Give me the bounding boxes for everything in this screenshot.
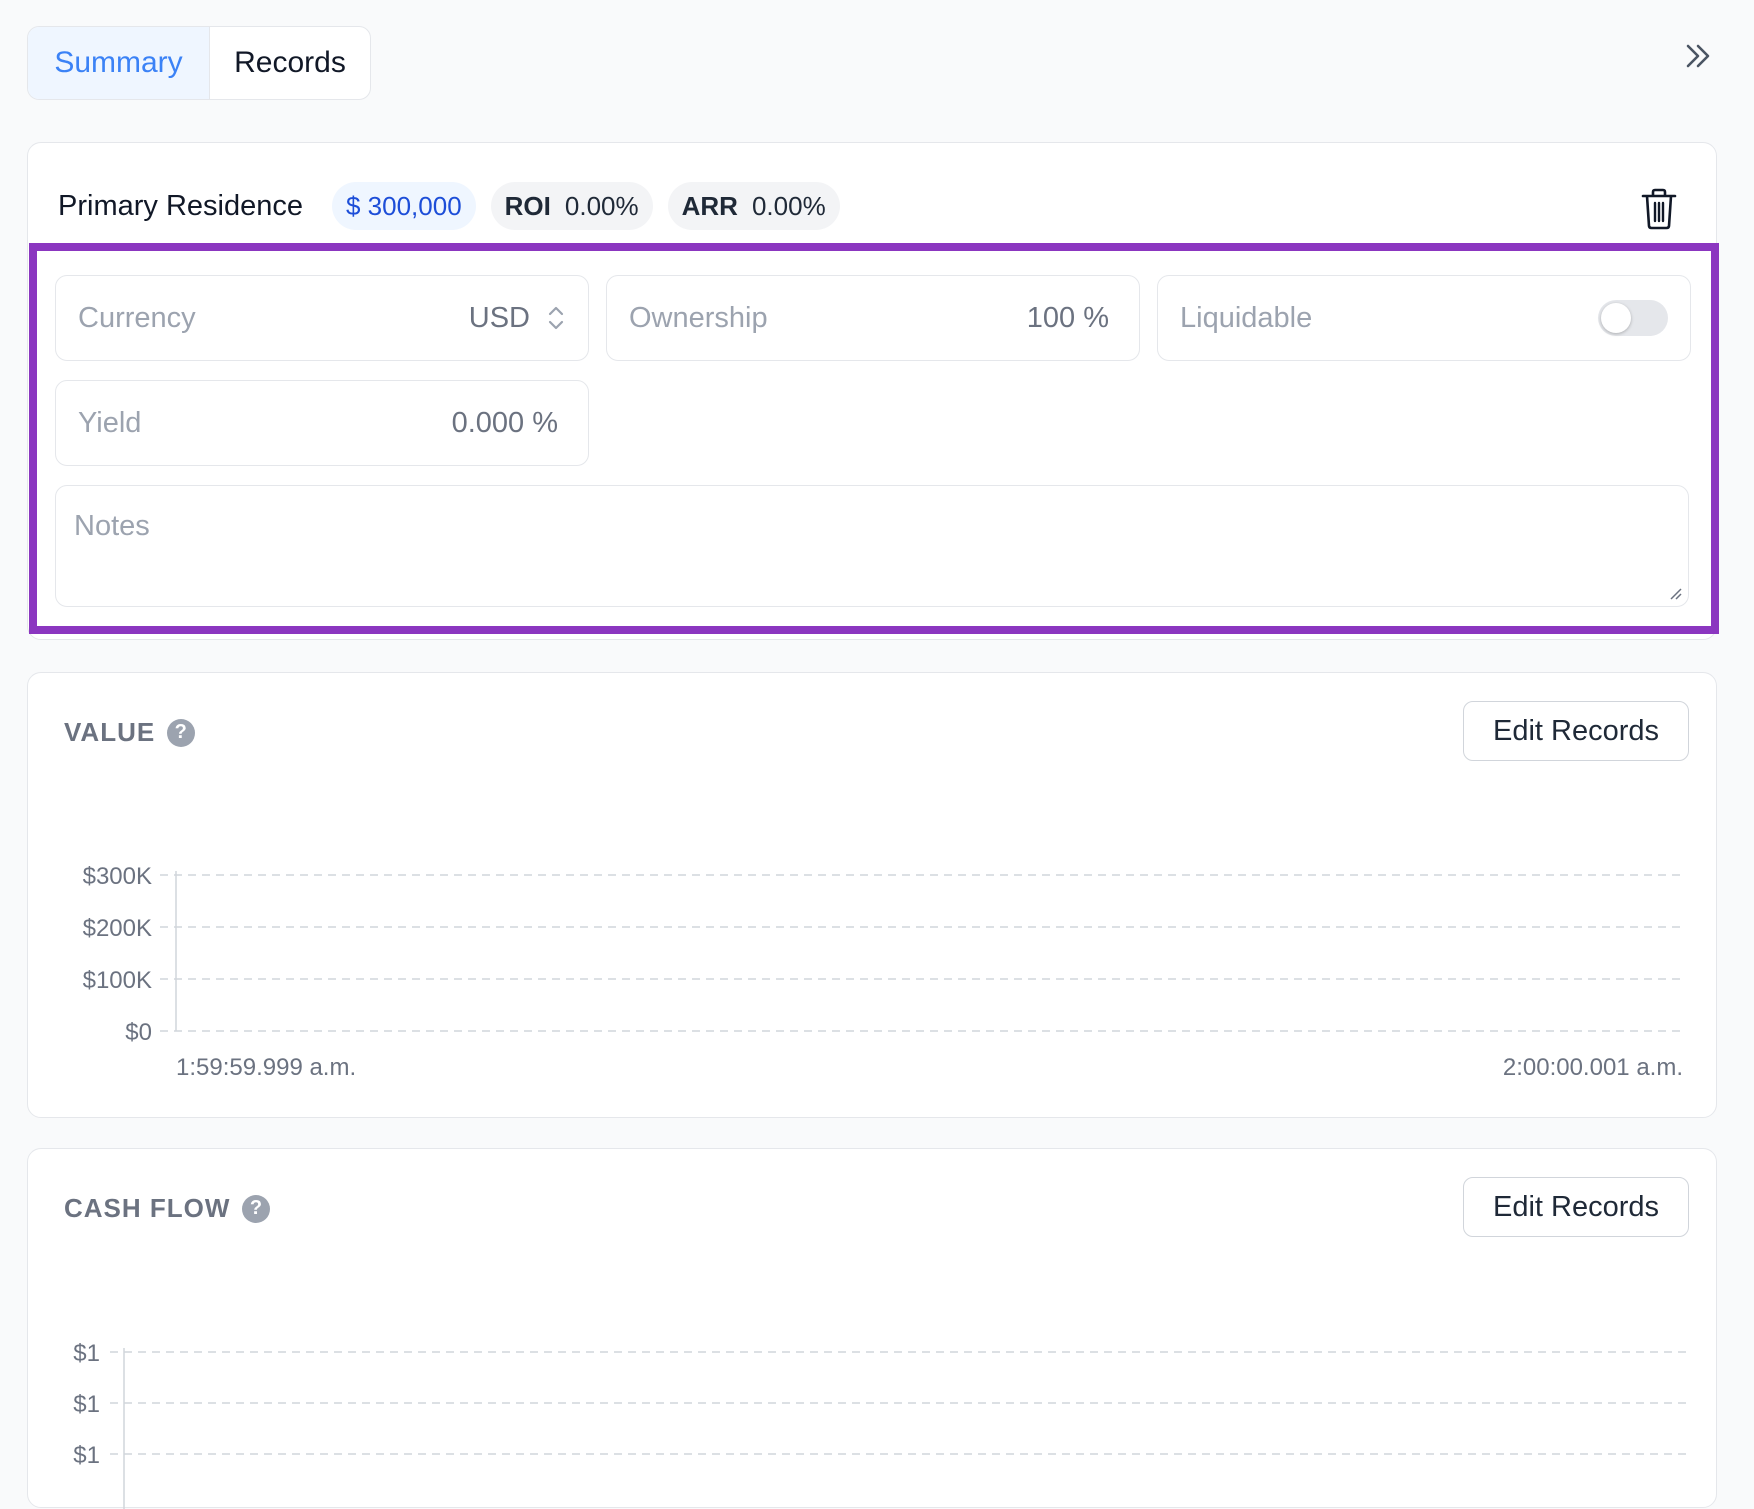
notes-textarea[interactable]: Notes bbox=[55, 485, 1689, 607]
chevron-up-down-icon bbox=[548, 306, 564, 330]
y-tick-label: $100K bbox=[83, 967, 152, 994]
y-tick-label: $200K bbox=[83, 915, 152, 942]
trash-icon[interactable] bbox=[1639, 187, 1679, 231]
yield-label: Yield bbox=[78, 406, 142, 439]
ownership-field[interactable]: Ownership 100 % bbox=[606, 275, 1140, 361]
cashflow-chart-card: CASH FLOW ? Edit Records $1 $1 $1 bbox=[27, 1148, 1717, 1509]
currency-value: USD bbox=[468, 301, 530, 334]
arr-label: ARR bbox=[681, 190, 738, 221]
x-tick-label: 2:00:00.001 a.m. bbox=[1503, 1054, 1683, 1081]
roi-label: ROI bbox=[504, 190, 551, 221]
y-tick-label: $0 bbox=[125, 1019, 152, 1046]
yield-value: 0.000 % bbox=[451, 406, 558, 439]
y-tick-label: $300K bbox=[83, 863, 152, 890]
value-chart: $300K $200K $100K $0 1:59:59.999 a.m. 2:00:00… bbox=[83, 863, 1683, 1081]
liquidable-field: Liquidable bbox=[1157, 275, 1691, 361]
liquidable-toggle[interactable] bbox=[1598, 300, 1668, 336]
notes-placeholder: Notes bbox=[74, 510, 150, 542]
arr-value: 0.00% bbox=[751, 190, 826, 221]
roi-badge: ROI 0.00% bbox=[490, 182, 653, 230]
x-tick-label: 1:59:59.999 a.m. bbox=[176, 1054, 356, 1081]
y-tick-label: $1 bbox=[73, 1340, 100, 1367]
roi-value: 0.00% bbox=[564, 190, 639, 221]
y-tick-label: $1 bbox=[73, 1391, 100, 1418]
resize-grip-icon[interactable] bbox=[1666, 584, 1682, 600]
yield-field[interactable]: Yield 0.000 % bbox=[55, 380, 589, 466]
liquidable-label: Liquidable bbox=[1180, 301, 1313, 334]
currency-select[interactable]: Currency USD bbox=[55, 275, 589, 361]
value-chart-card: VALUE ? Edit Records $300K $200K $100K $0 1:… bbox=[27, 672, 1717, 1118]
y-tick-label: $1 bbox=[73, 1442, 100, 1469]
ownership-label: Ownership bbox=[629, 301, 768, 334]
property-header: Primary Residence $ 300,000 ROI 0.00% AR… bbox=[58, 181, 840, 231]
tab-bar: Summary Records bbox=[27, 26, 371, 100]
currency-label: Currency bbox=[78, 301, 196, 334]
double-chevron-right-icon[interactable] bbox=[1680, 38, 1716, 74]
ownership-value: 100 % bbox=[1026, 301, 1109, 334]
value-badge: $ 300,000 bbox=[331, 182, 476, 230]
tab-records[interactable]: Records bbox=[209, 27, 370, 99]
property-name[interactable]: Primary Residence bbox=[58, 190, 303, 223]
arr-badge: ARR 0.00% bbox=[667, 182, 840, 230]
cashflow-chart: $1 $1 $1 bbox=[73, 1340, 1688, 1509]
tab-summary[interactable]: Summary bbox=[28, 27, 209, 99]
toggle-knob bbox=[1601, 303, 1631, 333]
